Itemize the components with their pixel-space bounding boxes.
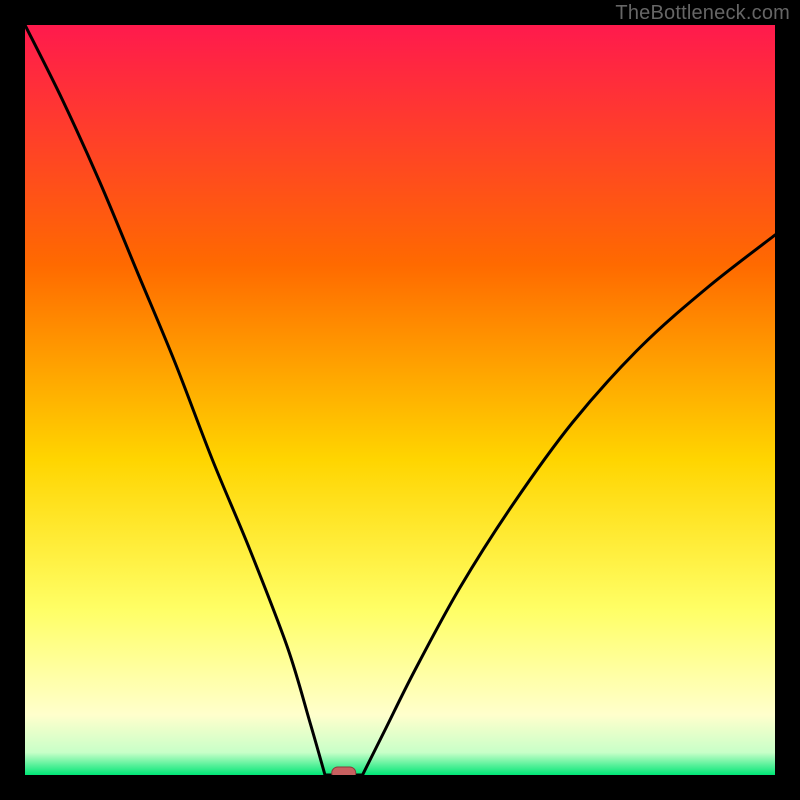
chart-svg (25, 25, 775, 775)
optimal-point-marker (332, 767, 356, 775)
gradient-background (25, 25, 775, 775)
plot-area (25, 25, 775, 775)
chart-frame: TheBottleneck.com (0, 0, 800, 800)
watermark-text: TheBottleneck.com (615, 2, 790, 25)
